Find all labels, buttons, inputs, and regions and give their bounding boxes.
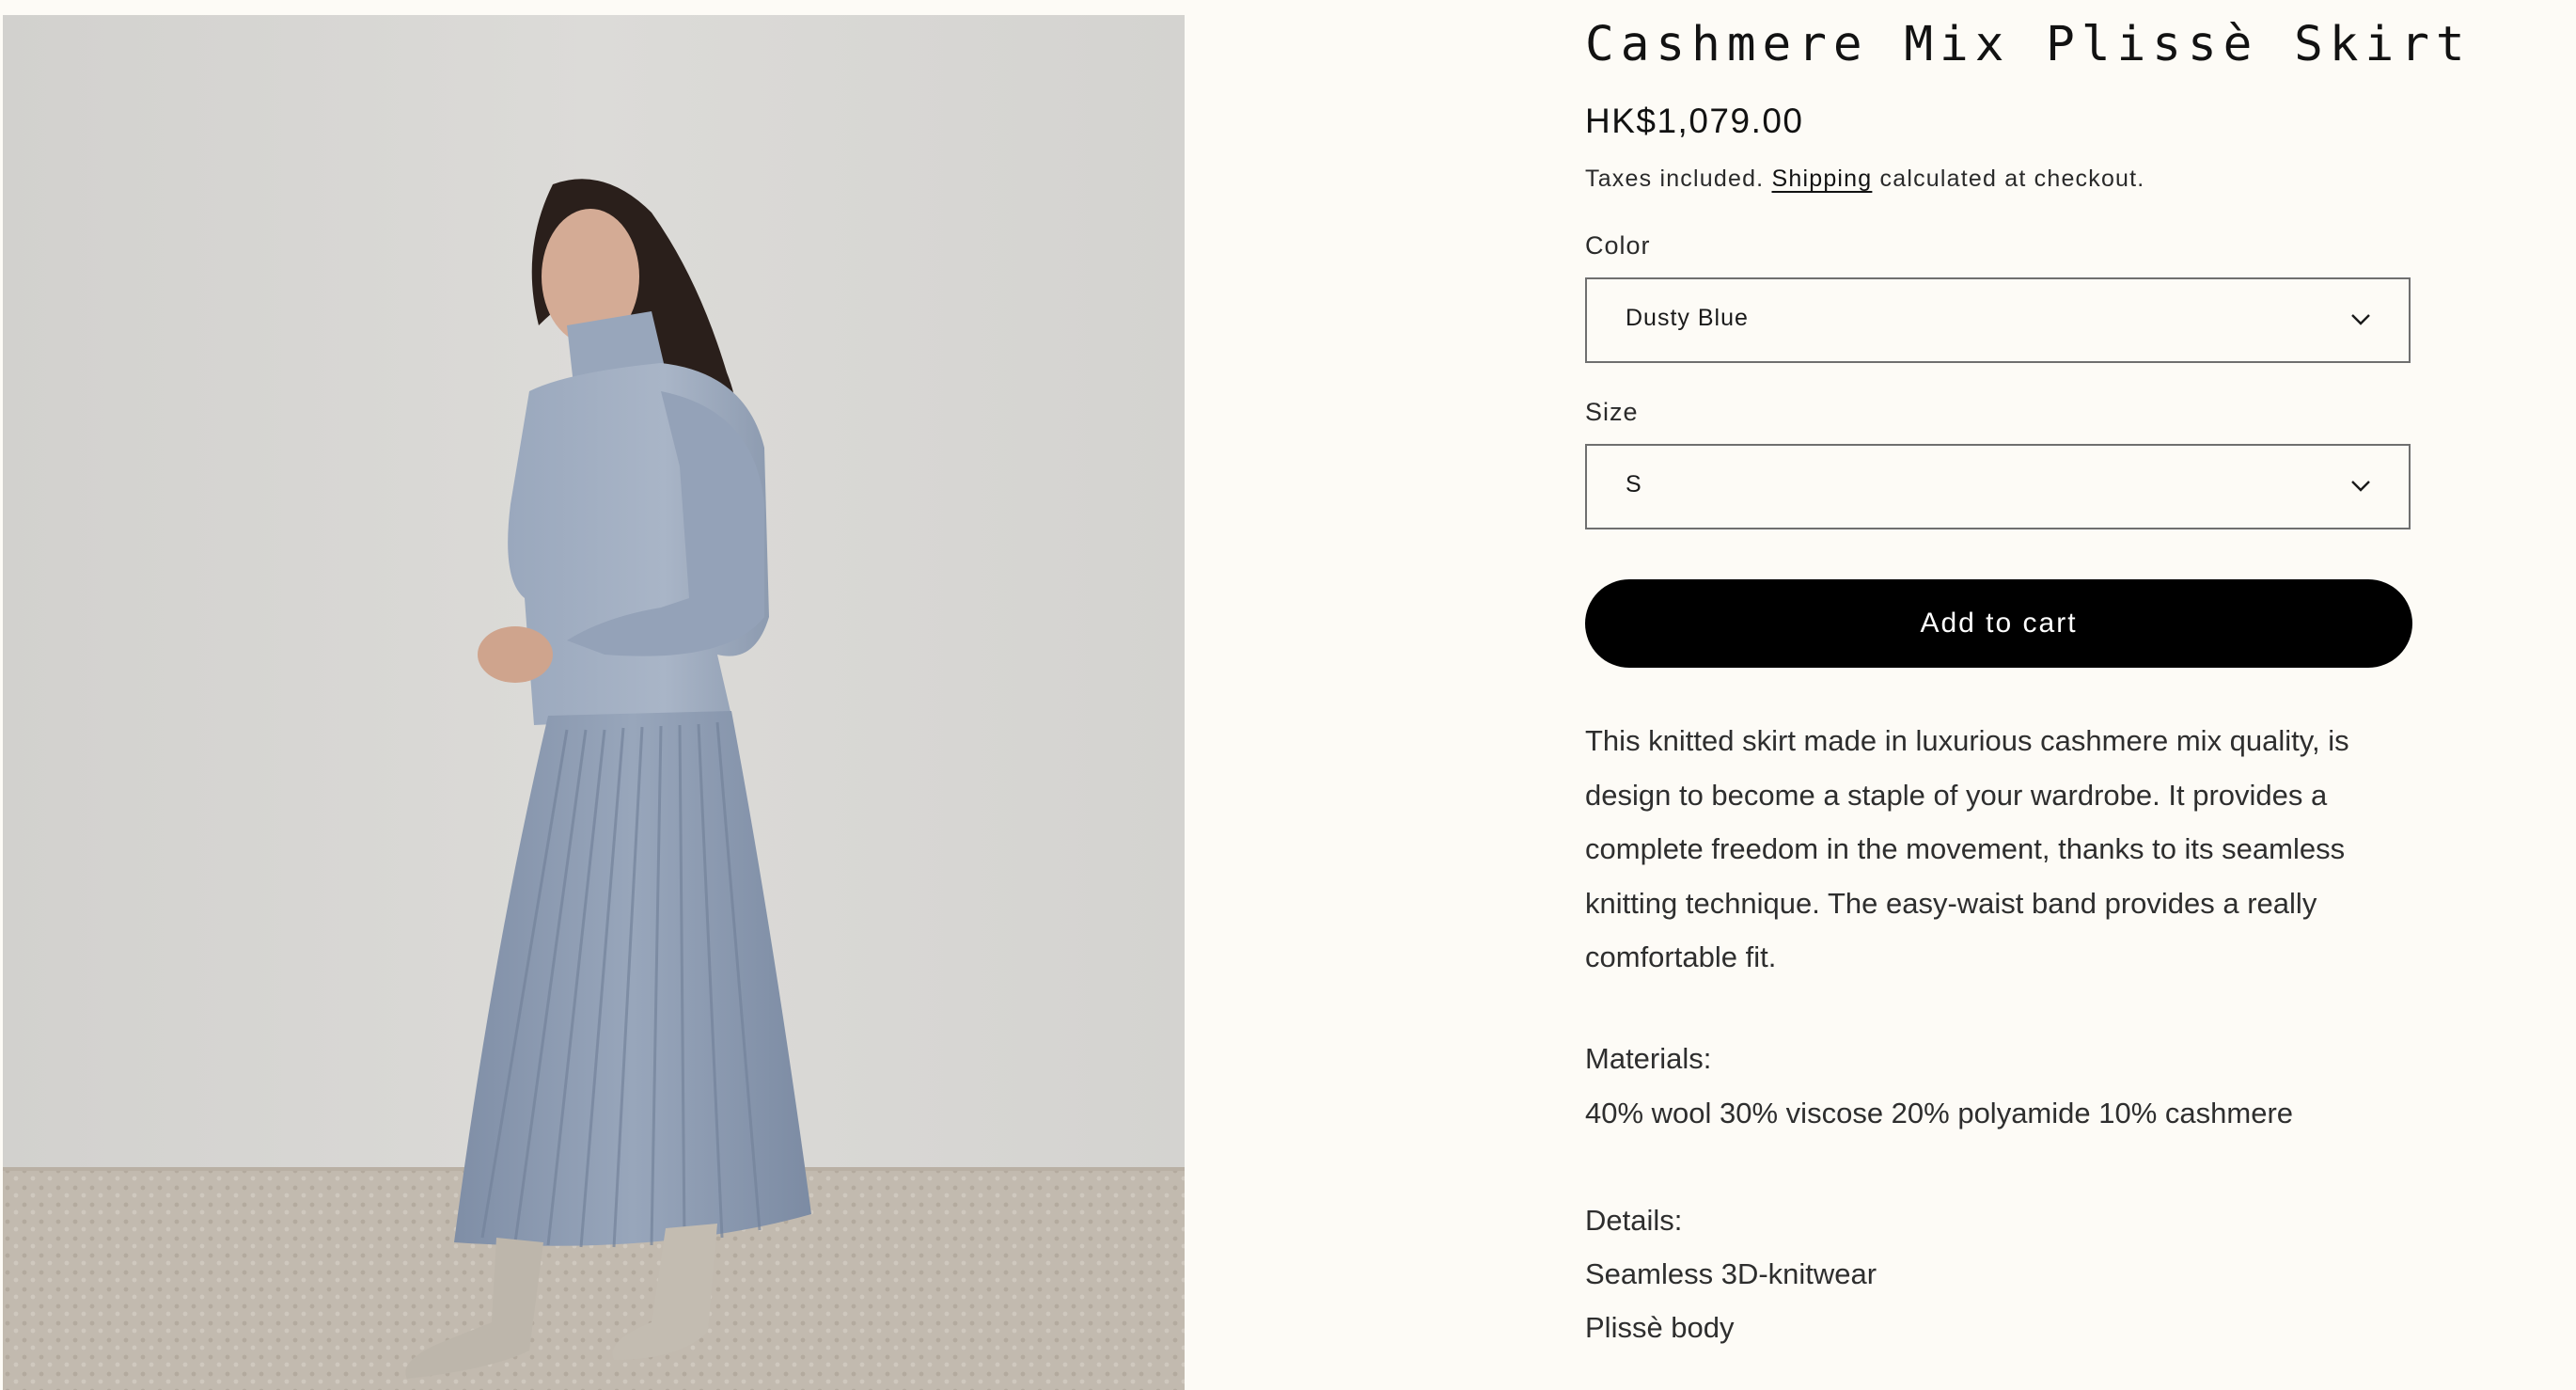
tax-note-suffix: calculated at checkout. bbox=[1872, 166, 2145, 192]
details-heading: Details: bbox=[1585, 1204, 1683, 1237]
details-item: Plissè body bbox=[1585, 1311, 1735, 1344]
color-label: Color bbox=[1585, 231, 1651, 260]
color-select-value: Dusty Blue bbox=[1626, 305, 1749, 331]
add-to-cart-button[interactable]: Add to cart bbox=[1585, 579, 2412, 668]
size-select[interactable]: S bbox=[1585, 444, 2411, 529]
size-label: Size bbox=[1585, 398, 1639, 426]
tax-note: Taxes included. Shipping calculated at c… bbox=[1585, 166, 2144, 193]
tax-note-prefix: Taxes included. bbox=[1585, 166, 1772, 192]
color-select[interactable]: Dusty Blue bbox=[1585, 277, 2411, 363]
product-price: HK$1,079.00 bbox=[1585, 102, 1804, 140]
chevron-down-icon bbox=[2351, 314, 2370, 325]
materials-text: 40% wool 30% viscose 20% polyamide 10% c… bbox=[1585, 1097, 2294, 1129]
product-image[interactable] bbox=[3, 15, 1185, 1390]
shipping-link[interactable]: Shipping bbox=[1771, 166, 1872, 192]
size-select-value: S bbox=[1626, 471, 1642, 498]
product-description: This knitted skirt made in luxurious cas… bbox=[1585, 724, 2349, 973]
materials-heading: Materials: bbox=[1585, 1042, 1712, 1075]
product-title: Cashmere Mix Plissè Skirt bbox=[1585, 17, 2472, 72]
details-item: Seamless 3D-knitwear bbox=[1585, 1257, 1877, 1290]
chevron-down-icon bbox=[2351, 481, 2370, 492]
model-photo-illustration bbox=[3, 15, 1185, 1390]
